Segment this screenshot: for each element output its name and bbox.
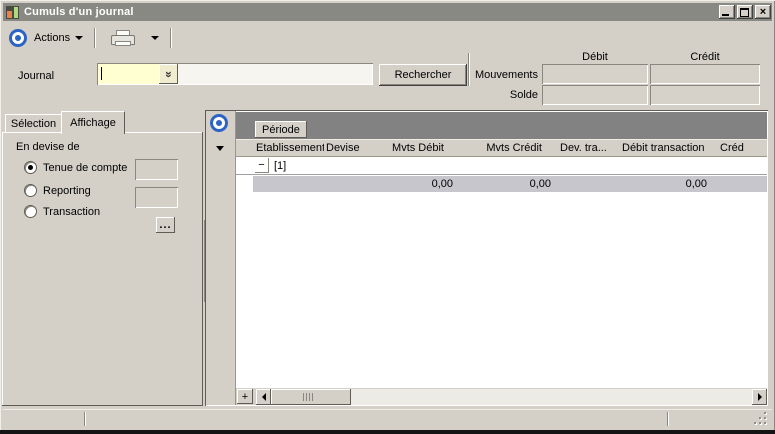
totals-row: 0,00 0,00 0,00 (253, 176, 767, 192)
grid-bottom-bar: + (236, 388, 767, 405)
print-options-button[interactable] (144, 32, 166, 44)
record-target-icon (210, 114, 228, 132)
radio-transaction[interactable]: Transaction (24, 205, 100, 218)
triangle-left-icon (262, 393, 266, 401)
grip-icon (303, 393, 313, 401)
mouvements-debit-field (542, 64, 648, 84)
toolbar-separator (170, 28, 172, 48)
minimize-icon (722, 14, 729, 16)
add-row-button[interactable]: + (237, 389, 253, 404)
currency-more-button[interactable]: ... (156, 217, 175, 233)
col-mvts-credit[interactable]: Mvts Crédit (460, 142, 558, 154)
app-icon (6, 6, 19, 19)
col-credit-transaction[interactable]: Créd (714, 142, 767, 154)
radio-selected-icon (24, 161, 37, 174)
col-debit-transaction[interactable]: Débit transaction (622, 142, 714, 154)
title-bar[interactable]: Cumuls d'un journal (3, 3, 772, 21)
search-button[interactable]: Rechercher (379, 64, 467, 86)
triangle-right-icon (758, 393, 762, 401)
radio-reporting[interactable]: Reporting (24, 184, 91, 197)
journal-input[interactable] (98, 64, 159, 84)
scroll-left-button[interactable] (256, 389, 271, 405)
toolbar-separator (94, 28, 96, 48)
radio-tenue-de-compte[interactable]: Tenue de compte (24, 161, 127, 174)
window-bottom-edge (0, 430, 775, 434)
reporting-currency-field[interactable] (135, 187, 178, 208)
radio-tenue-label: Tenue de compte (43, 162, 127, 174)
radio-reporting-label: Reporting (43, 185, 91, 197)
debit-column-label: Débit (542, 51, 648, 63)
mouvements-credit-field (650, 64, 760, 84)
chevron-down-icon (151, 36, 159, 40)
scroll-right-button[interactable] (752, 389, 767, 405)
group-by-band: Période (236, 112, 767, 139)
statusbar-divider (667, 412, 669, 426)
row-marker-icon (216, 146, 224, 151)
tenue-currency-field[interactable] (135, 159, 178, 180)
window-title: Cumuls d'un journal (24, 6, 134, 18)
totals-mvts-credit: 0,00 (459, 178, 557, 190)
maximize-button[interactable] (737, 5, 753, 19)
group-by-periode-button[interactable]: Période (255, 121, 307, 138)
resize-grip[interactable] (753, 411, 767, 425)
journal-combo-field[interactable] (97, 63, 373, 85)
group-header-row[interactable]: − [1] (236, 157, 767, 175)
actions-label: Actions (34, 32, 70, 44)
col-devise[interactable]: Devise (324, 142, 386, 154)
col-mvts-debit[interactable]: Mvts Débit (386, 142, 460, 154)
mouvements-label: Mouvements (468, 69, 538, 81)
totals-mvts-debit: 0,00 (385, 178, 459, 190)
maximize-icon (740, 8, 749, 17)
app-window: Cumuls d'un journal Actions Journal Rech… (0, 0, 775, 434)
solde-label: Solde (468, 89, 538, 101)
journal-label: Journal (18, 70, 54, 82)
credit-column-label: Crédit (650, 51, 760, 63)
tab-affichage[interactable]: Affichage (61, 111, 125, 134)
print-button[interactable] (100, 26, 144, 50)
radio-icon (24, 184, 37, 197)
double-chevron-icon (162, 71, 176, 77)
journal-lookup-button[interactable] (159, 64, 178, 84)
grid-column-headers: Etablissement Devise Mvts Débit Mvts Cré… (236, 139, 767, 157)
statusbar-divider (84, 412, 86, 426)
close-button[interactable] (755, 5, 771, 19)
scrollbar-thumb[interactable] (271, 389, 351, 405)
solde-credit-field (650, 85, 760, 105)
tab-selection[interactable]: Sélection (5, 114, 62, 133)
close-icon (755, 5, 771, 19)
toolbar: Actions (3, 23, 772, 52)
results-grid: Période Etablissement Devise Mvts Débit … (205, 110, 768, 406)
radio-icon (24, 205, 37, 218)
minimize-button[interactable] (719, 5, 735, 19)
horizontal-scrollbar[interactable] (256, 389, 767, 405)
actions-menu-button[interactable]: Actions (27, 28, 90, 48)
status-bar (3, 409, 772, 428)
printer-icon (111, 30, 133, 46)
group-row-label: [1] (274, 160, 286, 172)
text-caret (101, 67, 102, 80)
grid-gutter (206, 111, 236, 405)
col-dev-transaction[interactable]: Dev. tra... (558, 142, 622, 154)
record-target-icon (9, 29, 27, 47)
solde-debit-field (542, 85, 648, 105)
radio-transaction-label: Transaction (43, 206, 100, 218)
chevron-down-icon (75, 36, 83, 40)
devise-group-title: En devise de (16, 141, 80, 153)
collapse-group-button[interactable]: − (255, 158, 269, 173)
col-etablissement[interactable]: Etablissement (254, 142, 324, 154)
totals-debit-transaction: 0,00 (621, 178, 713, 190)
